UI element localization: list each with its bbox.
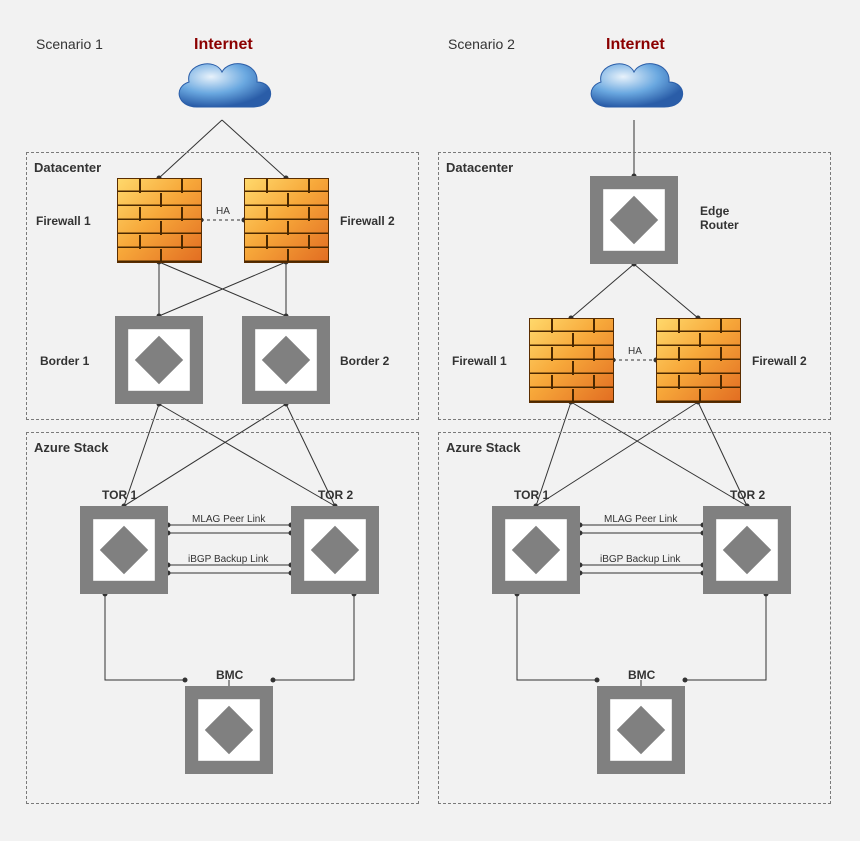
firewall-icon [529,318,614,403]
scenario1-bmc-label: BMC [216,668,243,682]
cloud-icon [167,52,277,122]
scenario1-mlag-label: MLAG Peer Link [192,514,265,525]
scenario1-datacenter-region [26,152,419,420]
scenario1-title: Scenario 1 [36,36,103,52]
firewall-icon [656,318,741,403]
scenario2-ibgp-label: iBGP Backup Link [600,554,680,565]
switch-icon [590,176,678,264]
scenario1-firewall1-label: Firewall 1 [36,214,91,228]
scenario1-ibgp-label: iBGP Backup Link [188,554,268,565]
switch-icon [185,686,273,774]
scenario2-bmc-label: BMC [628,668,655,682]
scenario1-firewall2-label: Firewall 2 [340,214,395,228]
scenario2-firewall1-label: Firewall 1 [452,354,507,368]
switch-icon [291,506,379,594]
scenario1-tor1-label: TOR 1 [102,488,137,502]
switch-icon [597,686,685,774]
switch-icon [492,506,580,594]
scenario2-title: Scenario 2 [448,36,515,52]
scenario1-azurestack-label: Azure Stack [34,440,108,455]
scenario2-tor2-label: TOR 2 [730,488,765,502]
switch-icon [703,506,791,594]
firewall-icon [244,178,329,263]
scenario1-border1-label: Border 1 [40,354,89,368]
scenario2-firewall2-label: Firewall 2 [752,354,807,368]
scenario2-azurestack-label: Azure Stack [446,440,520,455]
switch-icon [80,506,168,594]
scenario2-tor1-label: TOR 1 [514,488,549,502]
cloud-icon [579,52,689,122]
scenario2-edge-router-label: Edge Router [700,204,739,232]
scenario1-tor2-label: TOR 2 [318,488,353,502]
scenario1-ha-label: HA [216,206,230,217]
scenario1-datacenter-label: Datacenter [34,160,101,175]
scenario1-border2-label: Border 2 [340,354,389,368]
scenario2-ha-label: HA [628,346,642,357]
scenario2-datacenter-label: Datacenter [446,160,513,175]
switch-icon [115,316,203,404]
firewall-icon [117,178,202,263]
switch-icon [242,316,330,404]
scenario2-mlag-label: MLAG Peer Link [604,514,677,525]
